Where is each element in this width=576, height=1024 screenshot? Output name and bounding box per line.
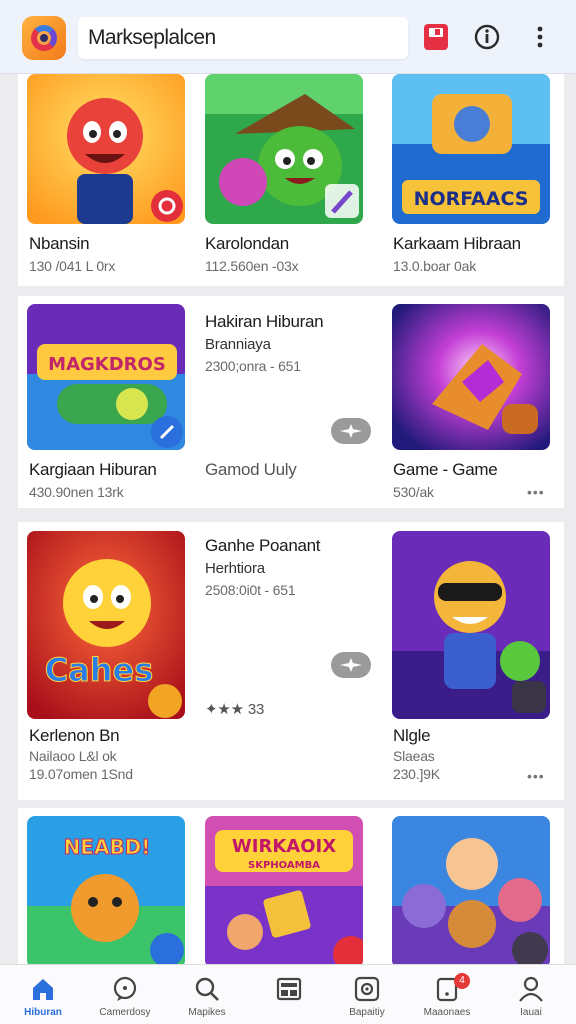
- nav-label: Hiburan: [24, 1007, 62, 1018]
- chat-bubble-icon: [113, 976, 137, 1001]
- more-options-icon[interactable]: •••: [527, 768, 545, 784]
- home-icon: [33, 979, 53, 1000]
- art-subtitle: SKPHOAMBA: [248, 860, 320, 871]
- app-title[interactable]: Karkaam Hibraan: [393, 234, 521, 254]
- nav-label: Mapikes: [188, 1007, 226, 1018]
- app-meta: 130 /041 L 0rx: [29, 258, 116, 274]
- notification-badge: 4: [454, 973, 470, 989]
- app-thumbnail[interactable]: WIRKAOIX SKPHOAMBA: [205, 816, 363, 968]
- info-icon[interactable]: [473, 22, 501, 52]
- app-extra-label: Gamod Uuly: [205, 460, 297, 479]
- app-meta: 430.90nen 13rk: [29, 484, 124, 500]
- app-thumbnail[interactable]: [392, 531, 550, 719]
- more-options-icon[interactable]: •••: [527, 484, 545, 500]
- download-badge[interactable]: [331, 652, 371, 678]
- nav-label: Maaonaes: [423, 1007, 471, 1018]
- app-title[interactable]: Game - Game: [393, 460, 498, 480]
- download-badge[interactable]: [331, 418, 371, 444]
- sparkle-icon: [340, 424, 362, 438]
- nav-grid[interactable]: [248, 965, 330, 1024]
- nav-label: Camerdosy: [99, 1007, 151, 1018]
- app-developer: Nailaoo L&l ok: [29, 748, 117, 764]
- app-title[interactable]: Hakiran Hiburan: [205, 312, 324, 332]
- nav-label: Bapaitiy: [349, 1007, 385, 1018]
- art-title: NEABD!: [64, 835, 151, 859]
- nav-home[interactable]: Hiburan: [2, 965, 84, 1024]
- search-icon: [195, 977, 219, 1001]
- app-thumbnail[interactable]: Cahes: [27, 531, 185, 719]
- app-meta: 230.]9K: [393, 766, 440, 782]
- more-vertical-icon[interactable]: [526, 22, 554, 52]
- app-row-1: NORFAACS Nbansin 130 /041 L 0rx Karolond…: [18, 74, 564, 286]
- profile-icon: [519, 976, 543, 1002]
- app-title[interactable]: Kerlenon Bn: [29, 726, 120, 746]
- art-title: NORFAACS: [414, 188, 529, 210]
- app-meta: 530/ak: [393, 484, 434, 500]
- nav-notifications[interactable]: 4 Maaonaes: [406, 965, 488, 1024]
- app-meta: 112.560en -03x: [205, 258, 299, 274]
- bottom-navigation: Hiburan Camerdosy Mapikes Bapaitiy 4 Maa…: [0, 964, 576, 1024]
- art-title: MAGKDROS: [48, 354, 166, 375]
- app-meta: 2300;onra - 651: [205, 358, 301, 374]
- search-input[interactable]: Markseplalcen: [78, 17, 408, 59]
- app-developer: Slaeas: [393, 748, 435, 764]
- app-meta: 2508:0i0t - 651: [205, 582, 296, 598]
- app-developer: Herhtiora: [205, 560, 265, 577]
- app-thumbnail[interactable]: NORFAACS: [392, 74, 550, 224]
- grid-card-icon: [276, 977, 302, 1001]
- app-title[interactable]: Karolondan: [205, 234, 289, 254]
- app-title[interactable]: Kargiaan Hiburan: [29, 460, 157, 480]
- art-title: WIRKAOIX: [232, 836, 336, 857]
- app-row-3: Cahes Ganhe Poanant Herhtiora 2508:0i0t …: [18, 522, 564, 800]
- app-meta: 19.07omen 1Snd: [29, 766, 133, 782]
- app-developer: Branniaya: [205, 336, 271, 353]
- app-row-4: NEABD! WIRKAOIX SKPHOAMBA: [18, 808, 564, 968]
- top-app-bar: Markseplalcen: [0, 0, 576, 74]
- nav-chat[interactable]: Camerdosy: [84, 965, 166, 1024]
- app-title[interactable]: Nlgle: [393, 726, 431, 746]
- app-title[interactable]: Nbansin: [29, 234, 90, 254]
- app-thumbnail[interactable]: NEABD!: [27, 816, 185, 968]
- sparkle-icon: [340, 658, 362, 672]
- nav-label: Iauai: [520, 1007, 542, 1018]
- nav-profile[interactable]: Iauai: [490, 965, 572, 1024]
- app-thumbnail[interactable]: [392, 304, 550, 450]
- app-thumbnail[interactable]: [205, 74, 363, 224]
- app-row-2: MAGKDROS Hakiran Hiburan Branniaya 2300;…: [18, 296, 564, 508]
- nav-search[interactable]: Mapikes: [166, 965, 248, 1024]
- app-logo-icon[interactable]: [22, 16, 66, 60]
- gear-box-icon: [354, 976, 380, 1002]
- nav-settings[interactable]: Bapaitiy: [326, 965, 408, 1024]
- art-title: Cahes: [45, 651, 154, 689]
- app-thumbnail[interactable]: MAGKDROS: [27, 304, 185, 450]
- app-title[interactable]: Ganhe Poanant: [205, 536, 321, 556]
- app-rating: ✦★★ 33: [205, 701, 265, 718]
- app-thumbnail[interactable]: [392, 816, 550, 968]
- bookmark-save-icon[interactable]: [422, 22, 450, 52]
- app-meta: 13.0.boar 0ak: [393, 258, 477, 274]
- app-thumbnail[interactable]: [27, 74, 185, 224]
